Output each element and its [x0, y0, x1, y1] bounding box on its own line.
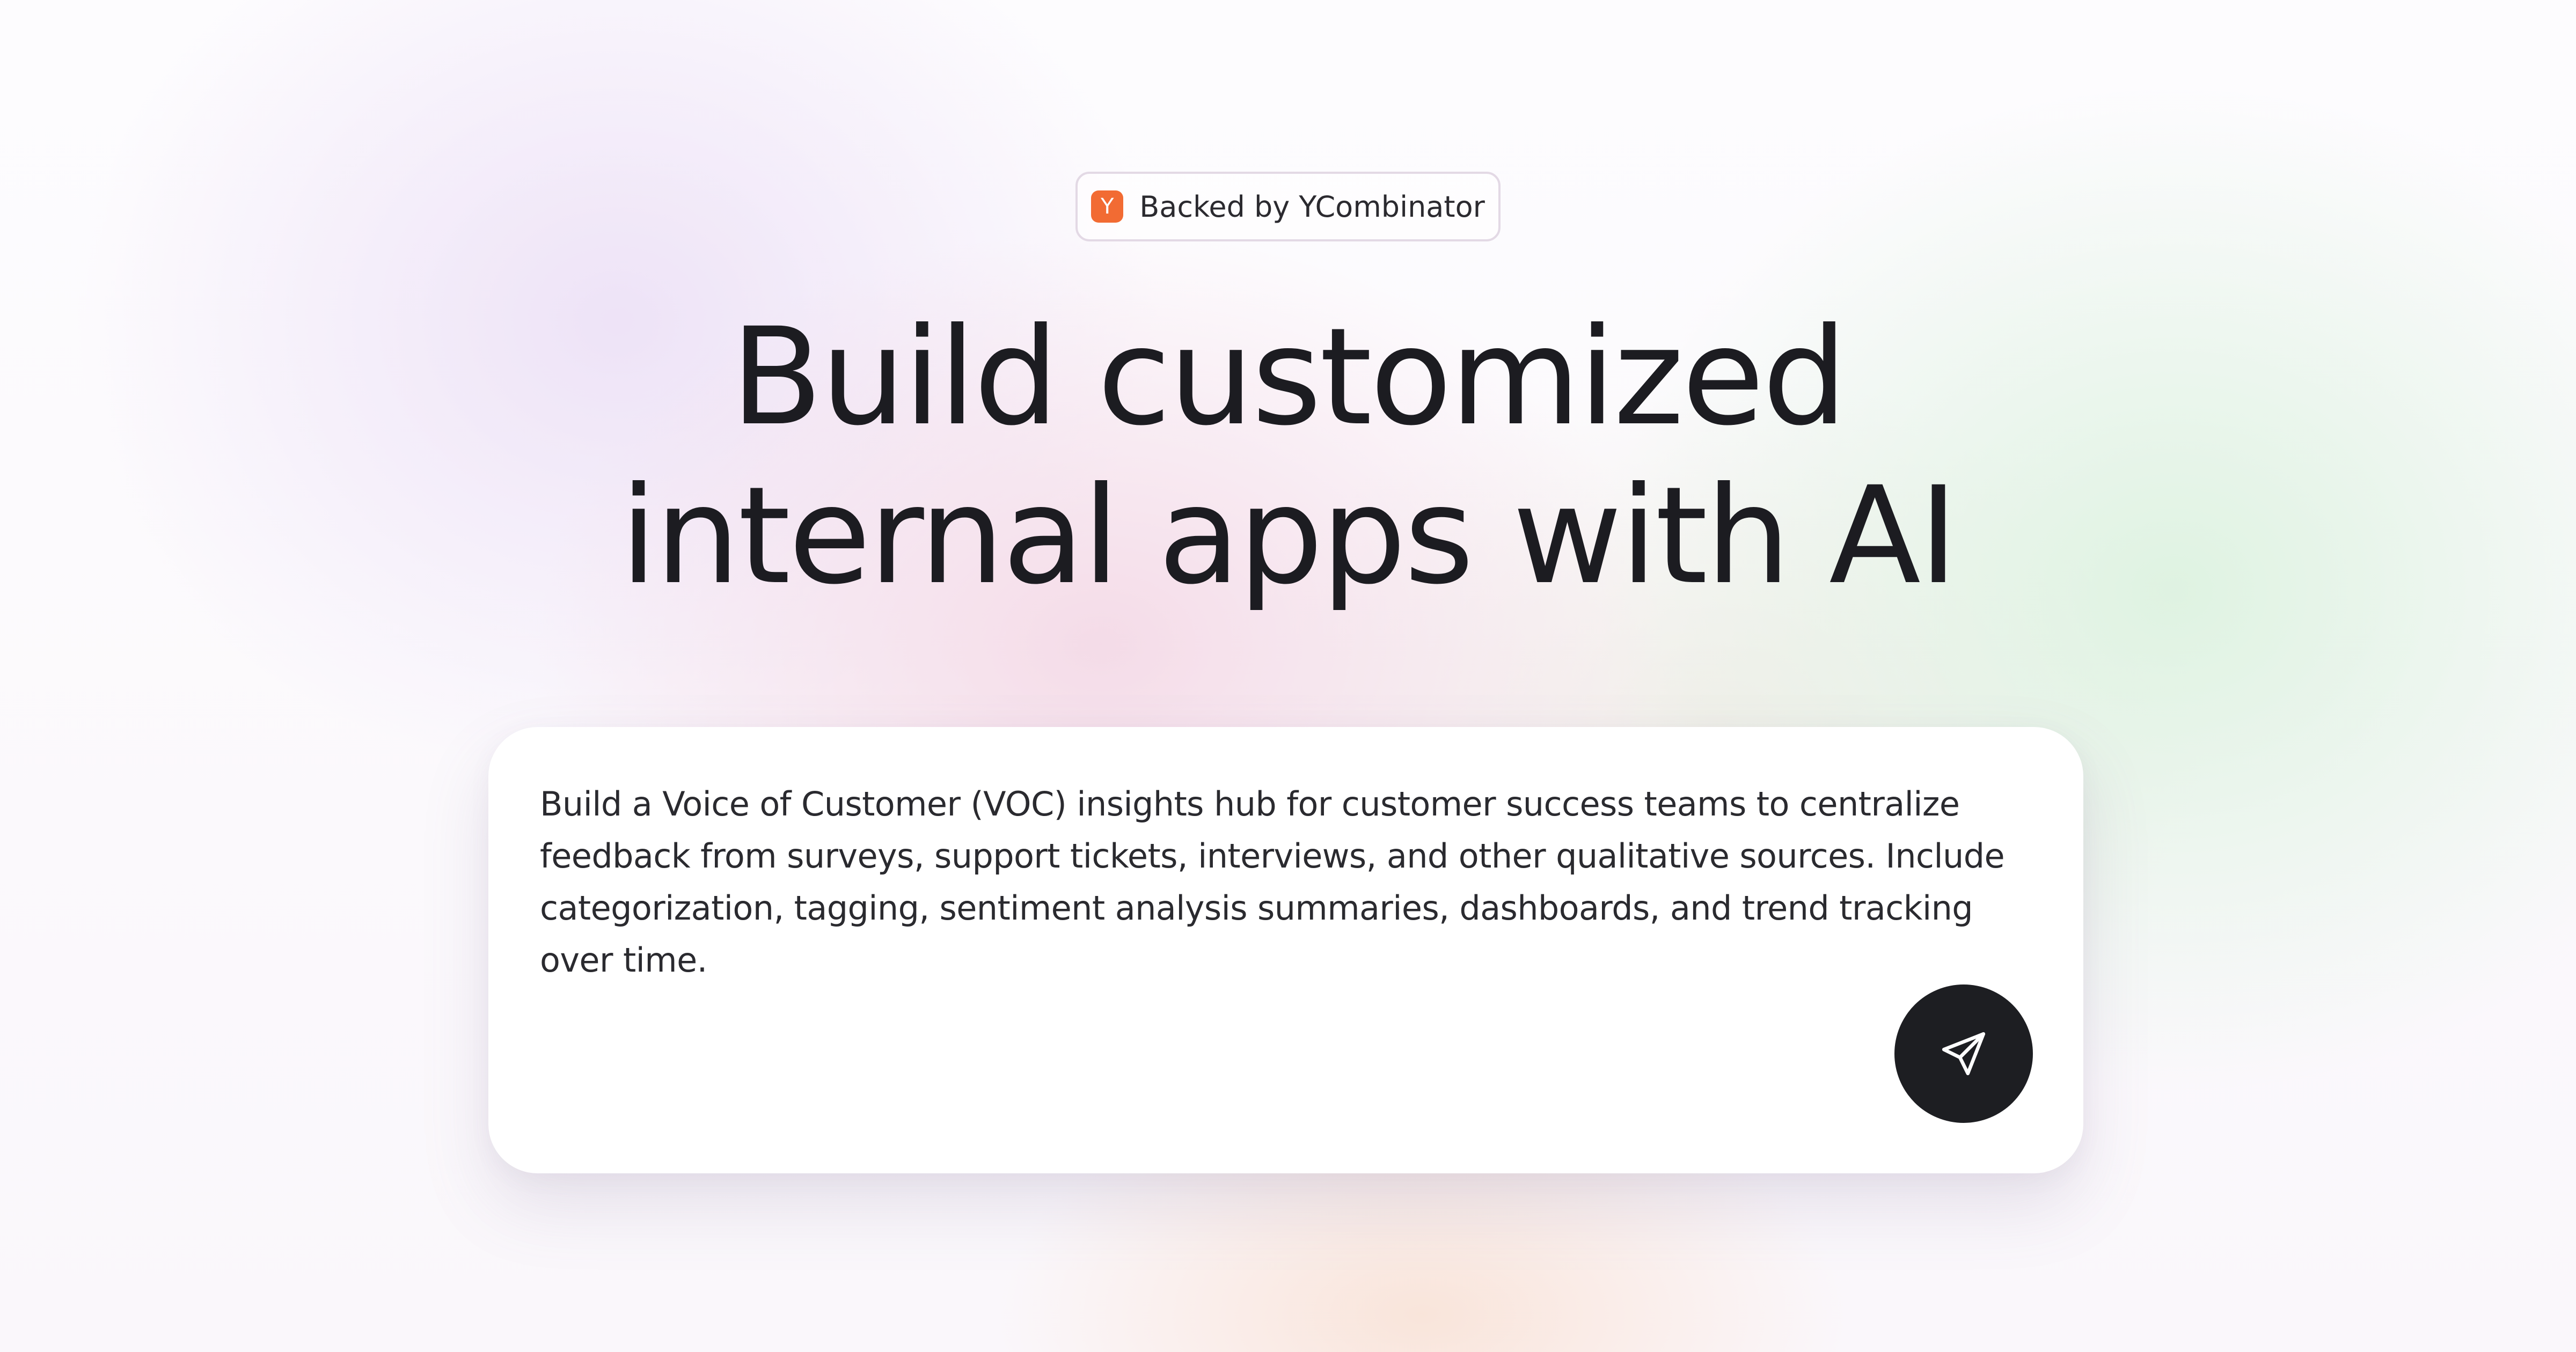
badge-text: Backed by YCombinator — [1139, 189, 1485, 224]
prompt-input[interactable]: Build a Voice of Customer (VOC) insights… — [540, 778, 2032, 986]
headline-line-2: internal apps with AI — [620, 458, 1958, 614]
ycombinator-logo-icon: Y — [1091, 190, 1124, 223]
send-button[interactable] — [1894, 984, 2033, 1123]
page-headline: Build customized internal apps with AI — [0, 298, 2576, 615]
send-icon — [1942, 1032, 1986, 1076]
prompt-input-card[interactable]: Build a Voice of Customer (VOC) insights… — [488, 727, 2083, 1173]
headline-line-1: Build customized — [730, 299, 1848, 455]
ycombinator-badge[interactable]: Y Backed by YCombinator — [1075, 172, 1501, 241]
